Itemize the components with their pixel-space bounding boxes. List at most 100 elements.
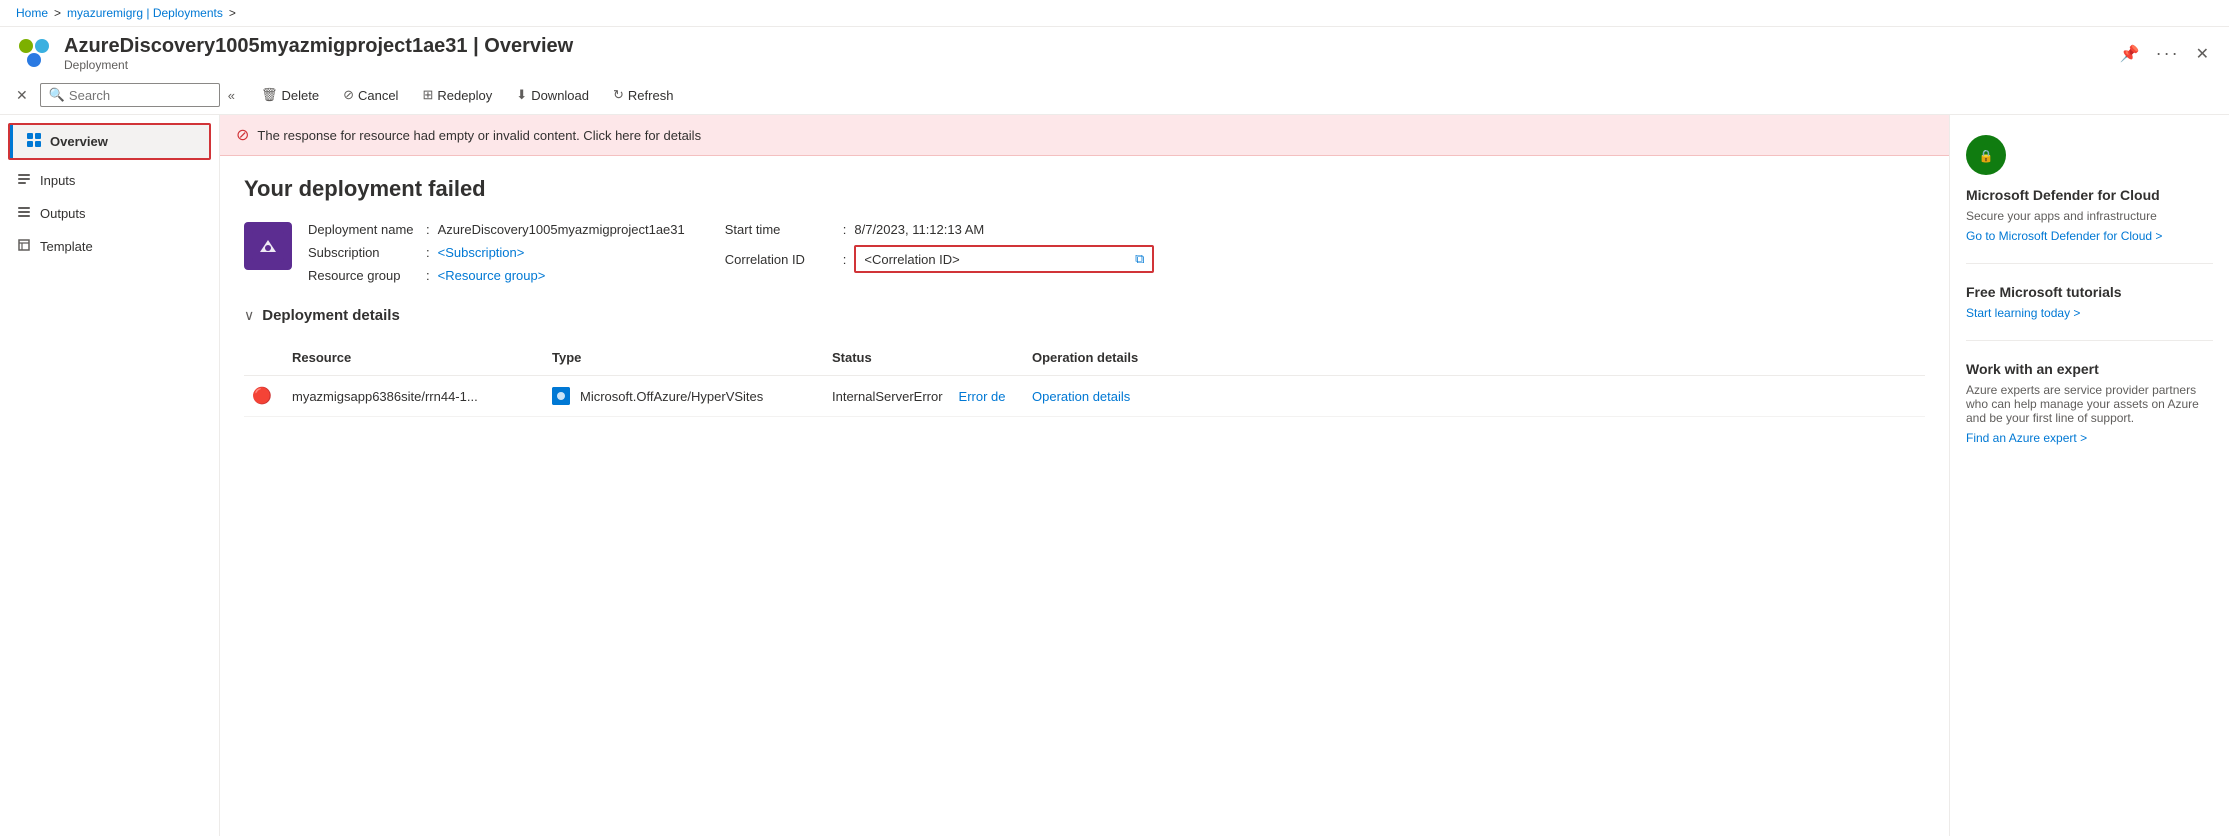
delete-button[interactable]: 🗑 Delete — [251, 82, 329, 108]
table-col-status: Status — [824, 346, 1024, 369]
sidebar-item-outputs[interactable]: Outputs — [0, 197, 219, 230]
start-time-row: Start time : 8/7/2023, 11:12:13 AM — [725, 222, 1155, 237]
resource-type: Microsoft.OffAzure/HyperVSites — [580, 389, 763, 404]
defender-link[interactable]: Go to Microsoft Defender for Cloud > — [1966, 229, 2213, 243]
breadcrumb-resource-group[interactable]: myazuremigrg | Deployments — [67, 6, 223, 20]
search-box[interactable]: 🔍 — [40, 83, 220, 107]
defender-heading: Microsoft Defender for Cloud — [1966, 187, 2213, 203]
sidebar-item-overview-label: Overview — [50, 134, 108, 149]
expert-heading: Work with an expert — [1966, 361, 2213, 377]
panel-divider-1 — [1966, 263, 2213, 264]
subscription-link[interactable]: <Subscription> — [438, 245, 525, 260]
delete-icon: 🗑 — [261, 87, 278, 103]
refresh-label: Refresh — [628, 88, 674, 103]
deployment-details-title: Deployment details — [262, 307, 400, 324]
table-row: 🔴 myazmigsapp6386site/rrn44-1... Microso… — [244, 376, 1925, 417]
table-cell-resource: myazmigsapp6386site/rrn44-1... — [284, 385, 544, 408]
download-label: Download — [531, 88, 589, 103]
error-details-link[interactable]: Error de — [959, 389, 1006, 404]
template-icon — [16, 238, 32, 255]
resource-type-icon — [552, 387, 570, 405]
resource-group-label: Resource group — [308, 268, 418, 283]
breadcrumb-home[interactable]: Home — [16, 6, 48, 20]
search-icon: 🔍 — [49, 87, 65, 103]
correlation-id-row: Correlation ID : <Correlation ID> ⧉ — [725, 245, 1155, 273]
expert-text: Azure experts are service provider partn… — [1966, 383, 2213, 425]
subscription-row: Subscription : <Subscription> — [308, 245, 685, 260]
tutorials-section: Free Microsoft tutorials Start learning … — [1966, 284, 2213, 320]
row-error-icon: 🔴 — [252, 386, 272, 406]
error-banner[interactable]: ⊘ The response for resource had empty or… — [220, 115, 1949, 156]
defender-icon: 🔒 — [1966, 135, 2006, 175]
overview-icon — [26, 133, 42, 150]
close-icon[interactable]: ✕ — [2192, 40, 2213, 68]
right-panel: 🔒 Microsoft Defender for Cloud Secure yo… — [1949, 115, 2229, 836]
status-text: InternalServerError — [832, 389, 943, 404]
correlation-id-box: <Correlation ID> ⧉ — [854, 245, 1154, 273]
toolbar-close-icon[interactable]: ✕ — [16, 87, 28, 104]
deployment-name-value: AzureDiscovery1005myazmigproject1ae31 — [438, 222, 685, 237]
sidebar-item-template-label: Template — [40, 239, 93, 254]
refresh-button[interactable]: ↻ Refresh — [603, 82, 683, 108]
page-title: AzureDiscovery1005myazmigproject1ae31 | … — [64, 35, 573, 58]
defender-section: 🔒 Microsoft Defender for Cloud Secure yo… — [1966, 135, 2213, 243]
download-icon: ⬇ — [516, 87, 527, 103]
expert-section: Work with an expert Azure experts are se… — [1966, 361, 2213, 445]
copy-correlation-id-icon[interactable]: ⧉ — [1135, 251, 1144, 267]
collapse-icon[interactable]: « — [228, 88, 235, 103]
deployment-failed-title: Your deployment failed — [244, 176, 1925, 202]
start-time-value: 8/7/2023, 11:12:13 AM — [854, 222, 984, 237]
tutorials-heading: Free Microsoft tutorials — [1966, 284, 2213, 300]
expert-link[interactable]: Find an Azure expert > — [1966, 431, 2213, 445]
cancel-icon: ⊘ — [343, 87, 354, 103]
breadcrumb-sep1: > — [54, 6, 61, 20]
redeploy-label: Redeploy — [437, 88, 492, 103]
resource-name: myazmigsapp6386site/rrn44-1... — [292, 389, 478, 404]
table-cell-operation: Operation details — [1024, 385, 1224, 408]
start-time-label: Start time — [725, 222, 835, 237]
redeploy-button[interactable]: ⊞ Redeploy — [412, 82, 502, 108]
inputs-icon — [16, 172, 32, 189]
defender-text: Secure your apps and infrastructure — [1966, 209, 2213, 223]
deployment-name-label: Deployment name — [308, 222, 418, 237]
correlation-id-label: Correlation ID — [725, 252, 835, 267]
sidebar-item-inputs-label: Inputs — [40, 173, 75, 188]
app-icon — [16, 36, 52, 72]
error-banner-icon: ⊘ — [236, 125, 249, 145]
svg-text:🔒: 🔒 — [1979, 149, 1994, 163]
redeploy-icon: ⊞ — [422, 87, 433, 103]
sidebar-item-inputs[interactable]: Inputs — [0, 164, 219, 197]
subscription-label: Subscription — [308, 245, 418, 260]
resource-group-link[interactable]: <Resource group> — [438, 268, 546, 283]
breadcrumb-sep2: > — [229, 6, 236, 20]
table-col-status-icon — [244, 346, 284, 369]
deployment-name-row: Deployment name : AzureDiscovery1005myaz… — [308, 222, 685, 237]
table-col-operation: Operation details — [1024, 346, 1224, 369]
deployment-table: Resource Type Status Operation details 🔴… — [244, 340, 1925, 417]
pin-icon[interactable]: 📌 — [2116, 40, 2144, 68]
download-button[interactable]: ⬇ Download — [506, 82, 599, 108]
error-banner-message: The response for resource had empty or i… — [257, 128, 701, 143]
delete-label: Delete — [281, 88, 319, 103]
tutorials-link[interactable]: Start learning today > — [1966, 306, 2213, 320]
cancel-label: Cancel — [358, 88, 398, 103]
deployment-resource-icon — [244, 222, 292, 270]
sidebar-item-template[interactable]: Template — [0, 230, 219, 263]
page-subtitle: Deployment — [64, 58, 573, 72]
table-col-type: Type — [544, 346, 824, 369]
cancel-button[interactable]: ⊘ Cancel — [333, 82, 408, 108]
deployment-details-header[interactable]: ∨ Deployment details — [244, 307, 1925, 324]
refresh-icon: ↻ — [613, 87, 624, 103]
table-cell-status: InternalServerError Error de — [824, 385, 1024, 408]
panel-divider-2 — [1966, 340, 2213, 341]
table-cell-status-icon: 🔴 — [244, 382, 284, 410]
sidebar-item-outputs-label: Outputs — [40, 206, 86, 221]
table-header: Resource Type Status Operation details — [244, 340, 1925, 376]
chevron-down-icon: ∨ — [244, 307, 254, 324]
sidebar-item-overview[interactable]: Overview — [10, 125, 209, 158]
more-options-icon[interactable]: ··· — [2152, 39, 2184, 68]
operation-details-link[interactable]: Operation details — [1032, 389, 1130, 404]
resource-group-row: Resource group : <Resource group> — [308, 268, 685, 283]
table-col-resource: Resource — [284, 346, 544, 369]
search-input[interactable] — [69, 88, 199, 103]
